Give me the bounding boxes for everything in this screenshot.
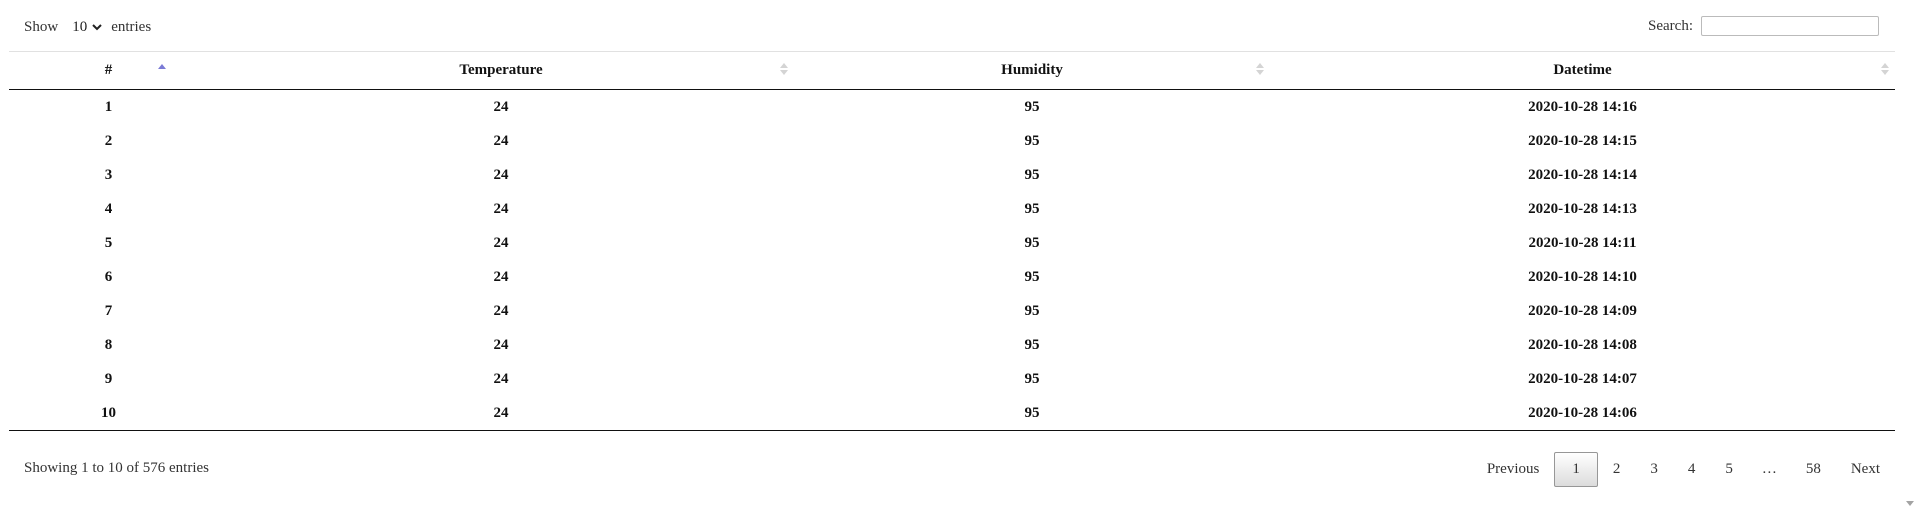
table-controls: Show 10 entries Search: <box>24 16 1879 40</box>
previous-page-button[interactable]: Previous <box>1472 452 1555 487</box>
search-label: Search: <box>1648 17 1693 34</box>
cell-temperature: 24 <box>493 268 509 285</box>
page-button-1[interactable]: 1 <box>1554 452 1598 487</box>
column-header-index[interactable]: # <box>9 51 208 90</box>
cell-humidity: 95 <box>1024 302 1040 319</box>
cell-humidity: 95 <box>1024 132 1040 149</box>
table-row: 6 24 95 2020-10-28 14:10 <box>9 260 1895 294</box>
cell-index: 7 <box>104 302 113 319</box>
cell-temperature: 24 <box>493 98 509 115</box>
sort-both-icon <box>780 63 788 75</box>
table-row: 8 24 95 2020-10-28 14:08 <box>9 328 1895 362</box>
scroll-down-arrow-icon[interactable] <box>1906 501 1914 506</box>
table-row: 10 24 95 2020-10-28 14:06 <box>9 396 1895 431</box>
cell-temperature: 24 <box>493 234 509 251</box>
sort-ascending-icon <box>158 64 166 69</box>
cell-humidity: 95 <box>1024 370 1040 387</box>
cell-humidity: 95 <box>1024 336 1040 353</box>
cell-index: 8 <box>104 336 113 353</box>
entries-length-control: Show 10 entries <box>24 18 151 36</box>
cell-temperature: 24 <box>493 302 509 319</box>
cell-index: 4 <box>104 200 113 217</box>
cell-datetime: 2020-10-28 14:09 <box>1528 302 1637 319</box>
data-table: # Temperature Humidity Datetime 1 24 95 … <box>9 51 1895 431</box>
page-button-last[interactable]: 58 <box>1791 452 1836 487</box>
cell-temperature: 24 <box>208 396 794 431</box>
column-header-humidity[interactable]: Humidity <box>794 51 1270 90</box>
cell-temperature: 24 <box>493 370 509 387</box>
column-header-temperature[interactable]: Temperature <box>208 51 794 90</box>
search-input[interactable] <box>1701 16 1879 36</box>
cell-humidity: 95 <box>1024 234 1040 251</box>
sort-both-icon <box>1256 63 1264 75</box>
cell-temperature: 24 <box>493 132 509 149</box>
table-row: 1 24 95 2020-10-28 14:16 <box>9 90 1895 125</box>
pagination: Previous 1 2 3 4 5 … 58 Next <box>1472 452 1895 487</box>
page-button-3[interactable]: 3 <box>1635 452 1673 487</box>
entries-label: entries <box>111 18 152 35</box>
cell-humidity: 95 <box>794 396 1270 431</box>
vertical-scrollbar[interactable] <box>1901 0 1918 510</box>
column-header-datetime[interactable]: Datetime <box>1270 51 1895 90</box>
table-info: Showing 1 to 10 of 576 entries <box>24 460 209 476</box>
cell-temperature: 24 <box>493 336 509 353</box>
table-row: 3 24 95 2020-10-28 14:14 <box>9 158 1895 192</box>
cell-datetime: 2020-10-28 14:08 <box>1528 336 1637 353</box>
cell-datetime: 2020-10-28 14:13 <box>1528 200 1637 217</box>
cell-datetime: 2020-10-28 14:16 <box>1528 98 1637 115</box>
table-row: 4 24 95 2020-10-28 14:13 <box>9 192 1895 226</box>
pagination-ellipsis: … <box>1761 461 1777 477</box>
page-button-4[interactable]: 4 <box>1673 452 1711 487</box>
cell-datetime: 2020-10-28 14:06 <box>1270 396 1895 431</box>
cell-humidity: 95 <box>1024 166 1040 183</box>
cell-index: 9 <box>104 370 113 387</box>
cell-datetime: 2020-10-28 14:15 <box>1528 132 1637 149</box>
cell-index: 2 <box>104 132 113 149</box>
table-row: 9 24 95 2020-10-28 14:07 <box>9 362 1895 396</box>
cell-index: 5 <box>104 234 113 251</box>
table-row: 2 24 95 2020-10-28 14:15 <box>9 124 1895 158</box>
page-button-2[interactable]: 2 <box>1598 452 1636 487</box>
cell-index: 1 <box>104 98 113 115</box>
entries-per-page-select[interactable]: 10 <box>66 18 106 36</box>
cell-index: 10 <box>9 396 208 431</box>
cell-humidity: 95 <box>1024 98 1040 115</box>
cell-index: 3 <box>104 166 113 183</box>
sort-both-icon <box>1881 63 1889 75</box>
table-row: 5 24 95 2020-10-28 14:11 <box>9 226 1895 260</box>
cell-temperature: 24 <box>493 166 509 183</box>
cell-datetime: 2020-10-28 14:10 <box>1528 268 1637 285</box>
table-row: 7 24 95 2020-10-28 14:09 <box>9 294 1895 328</box>
header-row: # Temperature Humidity Datetime <box>9 51 1895 90</box>
cell-humidity: 95 <box>1024 200 1040 217</box>
cell-humidity: 95 <box>1024 268 1040 285</box>
search-control: Search: <box>1648 16 1879 36</box>
next-page-button[interactable]: Next <box>1836 452 1895 487</box>
show-label: Show <box>24 18 59 35</box>
page-button-5[interactable]: 5 <box>1710 452 1748 487</box>
cell-datetime: 2020-10-28 14:07 <box>1528 370 1637 387</box>
cell-datetime: 2020-10-28 14:14 <box>1528 166 1637 183</box>
cell-index: 6 <box>104 268 113 285</box>
cell-datetime: 2020-10-28 14:11 <box>1528 234 1637 251</box>
cell-temperature: 24 <box>493 200 509 217</box>
